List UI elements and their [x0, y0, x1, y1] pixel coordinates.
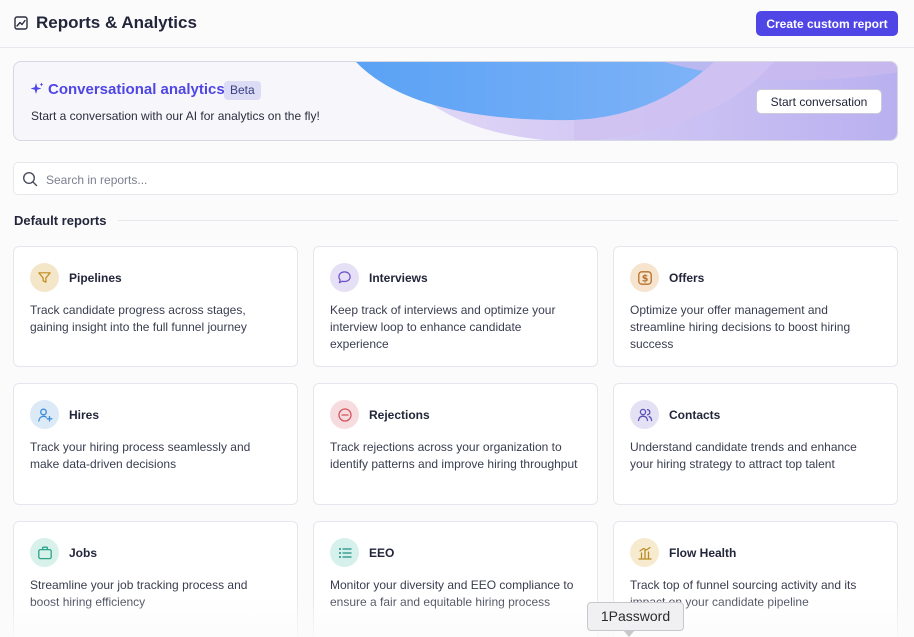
report-card-jobs[interactable]: Jobs Streamline your job tracking proces…: [13, 521, 298, 637]
password-manager-tooltip[interactable]: 1Password: [587, 602, 684, 631]
minus-circle-icon: [330, 400, 359, 429]
report-card-pipelines[interactable]: Pipelines Track candidate progress acros…: [13, 246, 298, 367]
report-name: Hires: [69, 408, 100, 422]
report-description: Track rejections across your organizatio…: [330, 440, 578, 471]
report-description: Track candidate progress across stages, …: [30, 303, 247, 334]
report-description: Monitor your diversity and EEO complianc…: [330, 578, 574, 609]
report-description: Track your hiring process seamlessly and…: [30, 440, 251, 471]
report-name: Pipelines: [69, 271, 122, 285]
report-card-interviews[interactable]: Interviews Keep track of interviews and …: [313, 246, 598, 367]
create-custom-report-button[interactable]: Create custom report: [756, 11, 898, 36]
beta-badge: Beta: [224, 81, 261, 100]
tooltip-tail: [623, 630, 635, 637]
report-name: Rejections: [369, 408, 430, 422]
report-name: Offers: [669, 271, 705, 285]
funnel-icon: [30, 263, 59, 292]
report-card-offers[interactable]: $ Offers Optimize your offer management …: [613, 246, 898, 367]
search-input[interactable]: [46, 170, 866, 189]
trend-chart-icon: [14, 16, 28, 30]
report-card-hires[interactable]: Hires Track your hiring process seamless…: [13, 383, 298, 505]
users-icon: [630, 400, 659, 429]
dollar-coin-icon: $: [630, 263, 659, 292]
conversational-analytics-banner: Conversational analytics Beta Start a co…: [13, 61, 898, 141]
report-name: Jobs: [69, 546, 98, 560]
briefcase-icon: [30, 538, 59, 567]
top-bar: Reports & Analytics Create custom report: [0, 0, 914, 48]
report-card-contacts[interactable]: Contacts Understand candidate trends and…: [613, 383, 898, 505]
page-title: Reports & Analytics: [36, 13, 197, 32]
bar-chart-icon: [630, 538, 659, 567]
svg-text:$: $: [641, 273, 648, 284]
banner-subtitle: Start a conversation with our AI for ana…: [31, 109, 320, 123]
start-conversation-button[interactable]: Start conversation: [756, 89, 882, 114]
report-card-rejections[interactable]: Rejections Track rejections across your …: [313, 383, 598, 505]
report-card-eeo[interactable]: EEO Monitor your diversity and EEO compl…: [313, 521, 598, 637]
banner-heading: Conversational analytics: [48, 81, 225, 98]
sparkle-icon: [30, 82, 44, 94]
search-box: [13, 162, 898, 195]
section-divider: [118, 220, 898, 221]
section-title: Default reports: [14, 213, 107, 228]
list-icon: [330, 538, 359, 567]
report-name: Contacts: [669, 408, 721, 422]
user-add-icon: [30, 400, 59, 429]
report-description: Keep track of interviews and optimize yo…: [330, 303, 556, 351]
report-name: Flow Health: [669, 546, 737, 560]
report-name: Interviews: [369, 271, 428, 285]
report-description: Optimize your offer management and strea…: [630, 303, 851, 351]
chat-bubble-icon: [330, 263, 359, 292]
report-name: EEO: [369, 546, 395, 560]
search-icon: [22, 171, 38, 187]
report-description: Streamline your job tracking process and…: [30, 578, 248, 609]
report-description: Understand candidate trends and enhance …: [630, 440, 857, 471]
